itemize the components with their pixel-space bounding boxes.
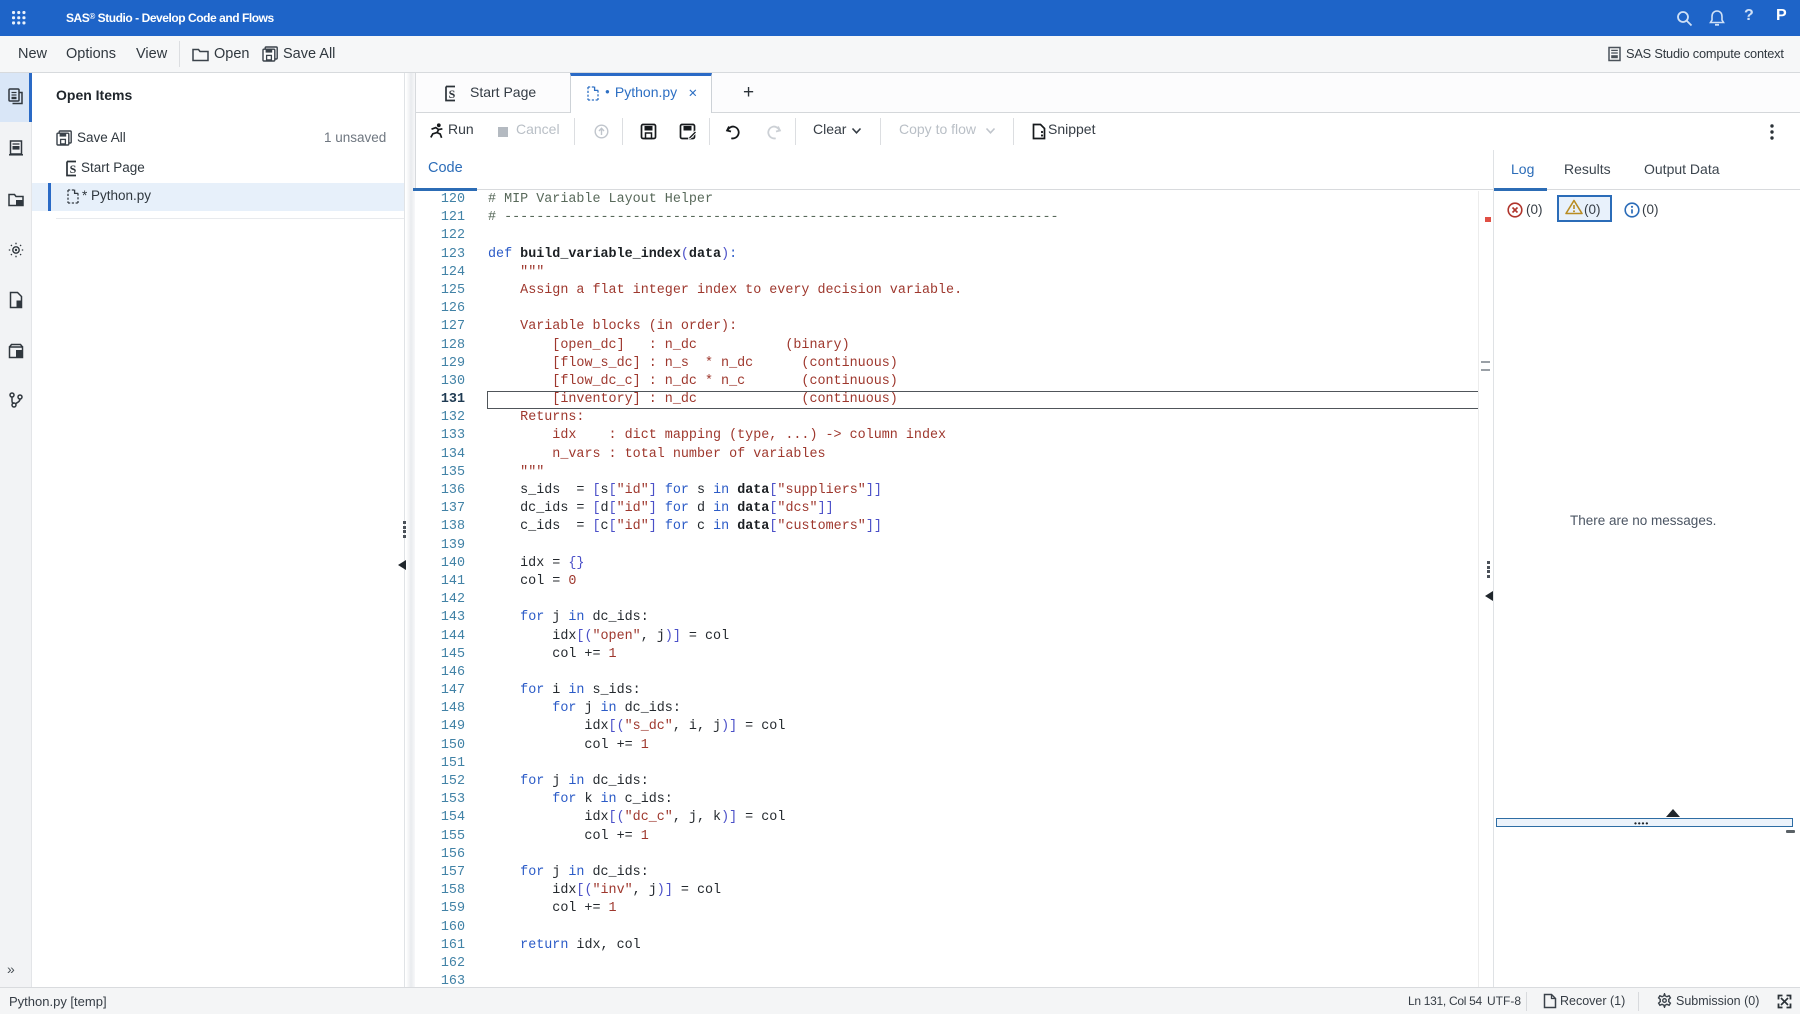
svg-text:S: S <box>449 87 456 101</box>
svg-text:S: S <box>70 162 77 176</box>
